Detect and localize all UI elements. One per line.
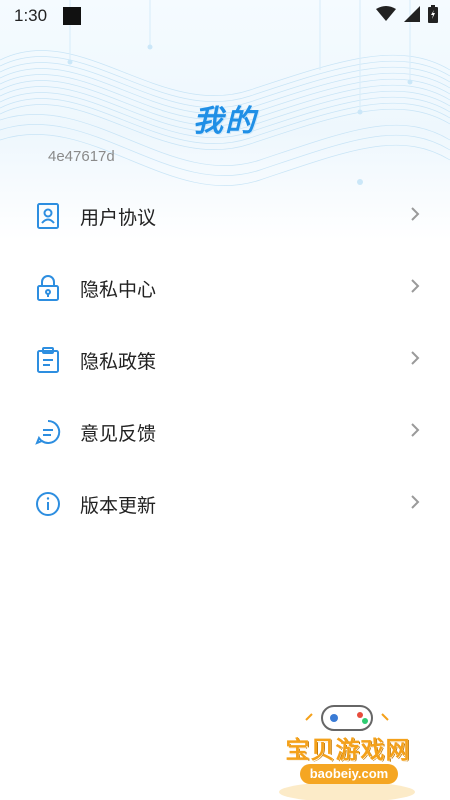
notification-icon <box>63 7 82 25</box>
page-title: 我的 <box>193 104 257 139</box>
menu-item-label: 用户协议 <box>80 206 157 229</box>
signal-icon <box>404 5 420 27</box>
menu-item-privacy-policy[interactable]: 隐私政策 <box>0 324 450 396</box>
status-time: 1:30 <box>14 6 48 25</box>
menu-item-label: 隐私中心 <box>80 278 157 301</box>
menu-item-version-update[interactable]: 版本更新 <box>0 468 450 540</box>
menu-item-user-agreement[interactable]: 用户协议 <box>0 180 450 252</box>
menu-item-label: 版本更新 <box>80 494 157 517</box>
chevron-right-icon <box>410 206 420 226</box>
chevron-right-icon <box>410 350 420 370</box>
menu-item-label: 意见反馈 <box>80 422 157 445</box>
clipboard-icon <box>34 346 62 374</box>
settings-menu: 用户协议 隐私中心 隐私政策 意见反馈 版本更新 <box>0 180 450 540</box>
menu-item-feedback[interactable]: 意见反馈 <box>0 396 450 468</box>
chat-bubble-icon <box>34 418 62 446</box>
user-id: 4e47617d <box>48 148 115 165</box>
wifi-icon <box>376 5 396 27</box>
info-icon <box>34 490 62 518</box>
status-bar: 1:30 <box>0 0 450 32</box>
chevron-right-icon <box>410 278 420 298</box>
chevron-right-icon <box>410 422 420 442</box>
watermark-name: 宝贝游戏网 <box>285 736 411 764</box>
user-card-icon <box>34 202 62 230</box>
battery-icon <box>428 4 438 28</box>
lock-icon <box>34 274 62 302</box>
chevron-right-icon <box>410 494 420 514</box>
watermark-logo: 宝贝游戏网 baobeiy.com <box>272 700 422 800</box>
menu-item-privacy-center[interactable]: 隐私中心 <box>0 252 450 324</box>
watermark-url: baobeiy.com <box>300 764 398 784</box>
menu-item-label: 隐私政策 <box>80 350 157 373</box>
